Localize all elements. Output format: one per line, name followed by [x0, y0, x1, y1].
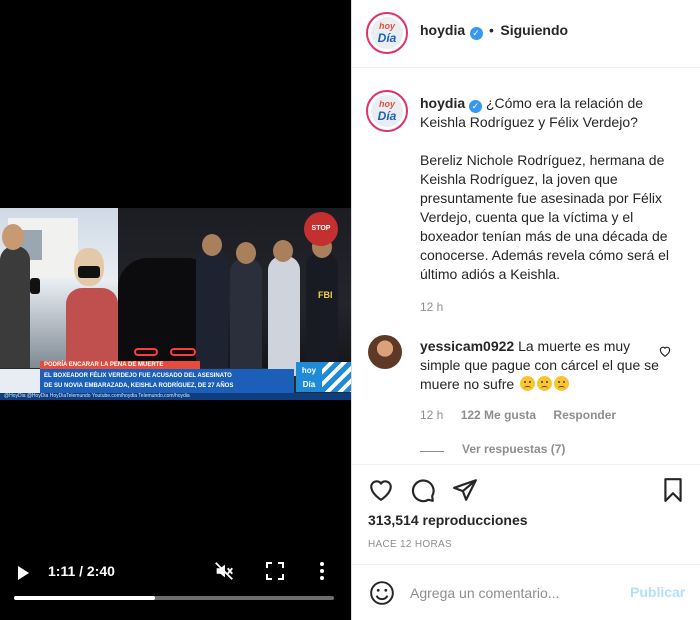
avatar-logo: hoy Día — [371, 17, 403, 49]
add-comment-bar: Publicar — [352, 564, 700, 620]
stop-sign-label: STOP — [311, 225, 331, 232]
comment: yessicam0922 La muerte es muy simple que… — [420, 337, 670, 394]
post-time-ago[interactable]: HACE 12 HORAS — [368, 539, 452, 550]
bookmark-icon[interactable] — [660, 477, 686, 503]
caption-body: Bereliz Nichole Rodríguez, hermana de Ke… — [420, 152, 670, 282]
scene-person-head — [273, 240, 293, 262]
scene-microphone — [30, 278, 40, 294]
view-replies-button[interactable]: Ver respuestas (7) — [462, 442, 565, 456]
sad-face-emoji-icon — [520, 376, 536, 391]
scene-tail-light — [134, 348, 158, 356]
publish-button[interactable]: Publicar — [630, 584, 685, 600]
profile-avatar[interactable]: hoy Día — [366, 12, 408, 54]
verified-badge-icon: ✓ — [469, 100, 483, 113]
stop-sign: STOP — [304, 212, 338, 246]
channel-logo: hoy Día — [296, 362, 322, 392]
ticker-line: DE SU NOVIA EMBARAZADA, KEISHLA RODRÍGUE… — [44, 383, 234, 389]
ticker-handles: @HoyDia @HoyDia HoyDiaTelemundo Youtube.… — [0, 393, 351, 400]
sad-face-emoji-icon — [537, 376, 553, 391]
heart-icon[interactable] — [368, 477, 394, 503]
muted-speaker-icon[interactable] — [213, 560, 235, 582]
scene-interview — [0, 208, 118, 368]
commenter-avatar[interactable] — [368, 335, 402, 369]
replies-divider — [420, 451, 444, 452]
scene-person — [230, 258, 262, 378]
comment-username[interactable]: yessicam0922 — [420, 338, 514, 354]
caption-age: 12 h — [420, 300, 444, 314]
video-frame[interactable]: STOP FBI PODRÍA ENCARAR LA PENA DE MUERT… — [0, 208, 351, 400]
comment-icon[interactable] — [410, 477, 436, 503]
ticker-left-panel — [0, 369, 40, 393]
caption-avatar[interactable]: hoy Día — [366, 90, 408, 132]
avatar-logo-word: Día — [377, 109, 397, 123]
scene-person-head — [202, 234, 222, 256]
smiley-icon[interactable] — [369, 580, 395, 606]
comment-input[interactable] — [410, 583, 610, 603]
scene-interviewee — [66, 288, 118, 368]
scene-tail-light — [170, 348, 196, 356]
comment-age: 12 h — [420, 408, 444, 422]
scene-agent — [306, 252, 338, 372]
scene-night: STOP FBI — [118, 208, 351, 378]
ticker-top-text: PODRÍA ENCARAR LA PENA DE MUERTE — [44, 362, 164, 368]
more-options-icon[interactable] — [318, 561, 326, 581]
video-progress-fill — [14, 596, 155, 600]
scene-person — [268, 256, 300, 376]
caption-username[interactable]: hoydia — [420, 95, 465, 111]
post-header: hoy Día hoydia ✓ • Siguiendo — [352, 0, 700, 68]
paper-plane-icon[interactable] — [452, 477, 478, 503]
scene-reporter-head — [2, 224, 24, 250]
video-player[interactable]: STOP FBI PODRÍA ENCARAR LA PENA DE MUERT… — [0, 0, 351, 620]
header-user-row: hoydia ✓ • Siguiendo — [420, 22, 568, 40]
scene-reporter — [0, 246, 30, 368]
header-username[interactable]: hoydia — [420, 22, 465, 38]
scene-mask — [78, 266, 100, 278]
avatar-logo-word: hoy — [378, 21, 395, 31]
avatar-logo-word: Día — [377, 31, 397, 45]
comment-meta: 12 h 122 Me gusta Responder — [420, 408, 630, 422]
following-button[interactable]: Siguiendo — [500, 22, 568, 38]
comment-likes[interactable]: 122 Me gusta — [461, 408, 536, 422]
scene-person-head — [236, 242, 256, 264]
fbi-label: FBI — [318, 290, 333, 300]
scene-person — [196, 248, 228, 368]
view-count[interactable]: 313,514 reproducciones — [368, 512, 528, 528]
sad-face-emoji-icon — [554, 376, 570, 391]
verified-badge-icon: ✓ — [469, 27, 483, 40]
comment-like-heart-icon[interactable] — [658, 344, 672, 358]
fullscreen-icon[interactable] — [266, 562, 284, 580]
ticker-stripe — [322, 362, 351, 392]
ticker-line: EL BOXEADOR FÉLIX VERDEJO FUE ACUSADO DE… — [44, 373, 232, 379]
post-sidebar: hoy Día hoydia ✓ • Siguiendo hoy Día hoy… — [351, 0, 700, 620]
avatar-logo: hoy Día — [371, 95, 403, 127]
video-progress-bar[interactable] — [14, 596, 334, 600]
avatar-logo-word: hoy — [378, 99, 395, 109]
video-time: 1:11 / 2:40 — [48, 563, 115, 579]
post-caption: hoydia ✓ ¿Cómo era la relación de Keishl… — [420, 94, 690, 317]
video-controls: 1:11 / 2:40 — [0, 558, 351, 588]
ticker-text: EL BOXEADOR FÉLIX VERDEJO FUE ACUSADO DE… — [44, 371, 294, 391]
play-icon[interactable] — [18, 566, 29, 580]
reply-button[interactable]: Responder — [553, 408, 616, 422]
header-separator: • — [489, 22, 494, 38]
